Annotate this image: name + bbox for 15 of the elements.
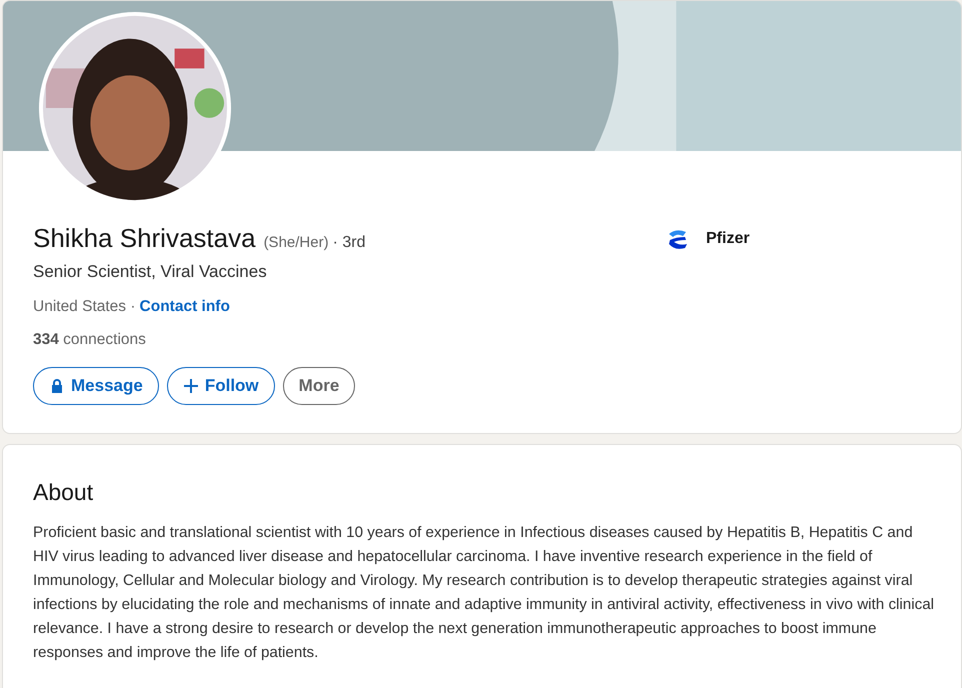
follow-button[interactable]: Follow: [166, 367, 275, 405]
connection-degree: · 3rd: [332, 233, 366, 253]
lock-icon: [49, 378, 65, 394]
contact-info-link[interactable]: Contact info: [140, 294, 230, 318]
company-name: Pfizer: [706, 229, 750, 249]
more-button[interactable]: More: [282, 367, 356, 405]
location: United States ·: [33, 296, 136, 316]
message-button[interactable]: Message: [33, 367, 159, 405]
headline: Senior Scientist, Viral Vaccines: [33, 261, 268, 283]
section-heading: About: [33, 478, 94, 507]
connections-count: 334 connections: [33, 330, 147, 350]
plus-icon: [182, 378, 199, 394]
profile-name: Shikha Shrivastava: [33, 223, 256, 254]
about-text: Proficient basic and translational scientist with 10 years of experience in Infectious diseases caused by Hepatitis B, Hepatitis C and HIV virus leading to advanced liver disease and hepatocellular carcinoma. I have inventive research experience in the field of Immunology, Cellular and Molecular biology and Virology. My research contribution is to develop therapeutic strategies against viral infections by elucidating the role and mechanisms of innate and adaptive immunity in antiviral activity, effectiveness in vivo with clinical relevance. I have a strong desire to research or develop the next generation immunotherapeutic approaches to boost immune responses and improve the life of patients.: [33, 523, 936, 664]
pronouns: (She/Her): [264, 233, 329, 253]
